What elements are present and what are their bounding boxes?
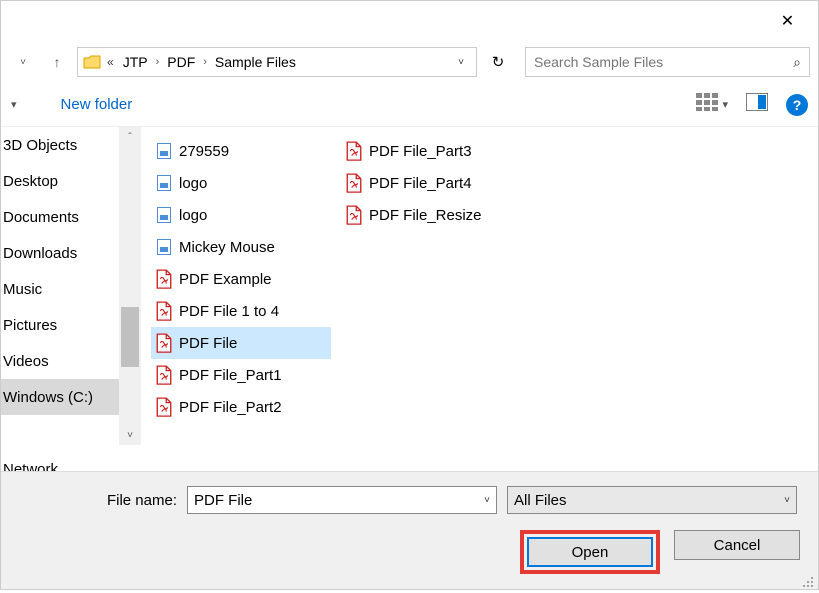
view-mode-button[interactable]: ▾: [696, 93, 728, 116]
file-name: logo: [179, 175, 207, 192]
breadcrumb-item[interactable]: PDF: [163, 54, 199, 70]
list-view-icon: [696, 93, 718, 116]
file-name: PDF File: [179, 335, 237, 352]
breadcrumb-dropdown[interactable]: ˅: [450, 57, 472, 68]
file-item[interactable]: Mickey Mouse: [151, 231, 331, 263]
file-name: PDF File_Part3: [369, 143, 472, 160]
close-icon: ✕: [781, 11, 794, 31]
close-button[interactable]: ✕: [765, 6, 810, 36]
file-name: PDF Example: [179, 271, 272, 288]
sidebar-item[interactable]: Desktop: [1, 163, 119, 199]
filter-label: All Files: [514, 492, 567, 509]
chevron-down-icon: ˅: [784, 495, 790, 506]
file-item[interactable]: PDF File_Resize: [341, 199, 521, 231]
file-item[interactable]: PDF File 1 to 4: [151, 295, 331, 327]
file-item[interactable]: PDF File_Part4: [341, 167, 521, 199]
titlebar: ✕: [1, 1, 818, 41]
pdf-file-icon: [155, 398, 173, 416]
file-item[interactable]: 279559: [151, 135, 331, 167]
pdf-file-icon: [345, 206, 363, 224]
sidebar-item[interactable]: [1, 415, 119, 451]
file-item[interactable]: PDF File_Part1: [151, 359, 331, 391]
main-area: 3D ObjectsDesktopDocumentsDownloadsMusic…: [1, 127, 818, 507]
file-name: PDF File 1 to 4: [179, 303, 279, 320]
file-name: Mickey Mouse: [179, 239, 275, 256]
file-type-filter[interactable]: All Files ˅: [507, 486, 797, 514]
refresh-icon: ↻: [492, 53, 505, 71]
image-file-icon: [155, 206, 173, 224]
history-dropdown[interactable]: ˅: [9, 48, 37, 76]
nav-up-button[interactable]: ↑: [43, 48, 71, 76]
bottom-panel: File name: PDF File ˅ All Files ˅ Open C…: [1, 471, 818, 589]
file-name: PDF File_Part1: [179, 367, 282, 384]
sidebar-item[interactable]: Windows (C:): [1, 379, 119, 415]
breadcrumb-item[interactable]: JTP: [119, 54, 152, 70]
search-input[interactable]: [534, 54, 793, 70]
folder-icon: [82, 53, 102, 71]
file-list[interactable]: 279559 logo logo Mickey Mouse PDF Example PDF…: [141, 127, 818, 507]
preview-pane-button[interactable]: [746, 93, 768, 116]
filename-value: PDF File: [194, 492, 484, 509]
arrow-up-icon: ↑: [54, 54, 61, 70]
chevron-down-icon: ▾: [722, 98, 728, 111]
scroll-up-icon[interactable]: ˆ: [119, 127, 141, 147]
scroll-down-icon[interactable]: ˅: [119, 425, 141, 445]
toolbar: ▾ New folder ▾ ?: [1, 83, 818, 127]
image-file-icon: [155, 174, 173, 192]
navigation-bar: ˅ ↑ « JTP › PDF › Sample Files ˅ ↻ ⌕: [1, 41, 818, 83]
breadcrumb-prefix: «: [104, 55, 117, 69]
cancel-button[interactable]: Cancel: [674, 530, 800, 560]
sidebar: 3D ObjectsDesktopDocumentsDownloadsMusic…: [1, 127, 141, 507]
image-file-icon: [155, 142, 173, 160]
image-file-icon: [155, 238, 173, 256]
sidebar-scrollbar[interactable]: ˆ ˅: [119, 127, 141, 445]
file-name: PDF File_Resize: [369, 207, 482, 224]
pdf-file-icon: [345, 142, 363, 160]
sidebar-item[interactable]: 3D Objects: [1, 127, 119, 163]
refresh-button[interactable]: ↻: [483, 47, 513, 77]
new-folder-button[interactable]: New folder: [31, 96, 133, 113]
pdf-file-icon: [155, 302, 173, 320]
help-icon: ?: [793, 97, 802, 113]
file-name: logo: [179, 207, 207, 224]
file-item[interactable]: logo: [151, 199, 331, 231]
sidebar-item[interactable]: Videos: [1, 343, 119, 379]
search-icon[interactable]: ⌕: [793, 54, 801, 71]
pdf-file-icon: [155, 334, 173, 352]
resize-grip[interactable]: [802, 575, 814, 587]
sidebar-item[interactable]: Documents: [1, 199, 119, 235]
help-button[interactable]: ?: [786, 94, 808, 116]
file-item[interactable]: PDF Example: [151, 263, 331, 295]
pdf-file-icon: [155, 270, 173, 288]
chevron-right-icon: ›: [201, 56, 209, 68]
sidebar-item[interactable]: Music: [1, 271, 119, 307]
breadcrumb-item[interactable]: Sample Files: [211, 54, 300, 70]
open-button[interactable]: Open: [527, 537, 653, 567]
file-item[interactable]: PDF File: [151, 327, 331, 359]
file-item[interactable]: PDF File_Part2: [151, 391, 331, 423]
sidebar-item[interactable]: Pictures: [1, 307, 119, 343]
search-box[interactable]: ⌕: [525, 47, 810, 77]
file-item[interactable]: logo: [151, 167, 331, 199]
file-name: 279559: [179, 143, 229, 160]
pdf-file-icon: [155, 366, 173, 384]
chevron-down-icon: ˅: [20, 57, 26, 68]
organize-dropdown[interactable]: ▾: [11, 98, 17, 111]
file-name: PDF File_Part2: [179, 399, 282, 416]
sidebar-item[interactable]: Downloads: [1, 235, 119, 271]
open-button-highlight: Open: [520, 530, 660, 574]
pdf-file-icon: [345, 174, 363, 192]
chevron-down-icon[interactable]: ˅: [484, 495, 490, 506]
breadcrumb[interactable]: « JTP › PDF › Sample Files ˅: [77, 47, 477, 77]
file-item[interactable]: PDF File_Part3: [341, 135, 521, 167]
chevron-right-icon: ›: [154, 56, 162, 68]
scroll-thumb[interactable]: [121, 307, 139, 367]
file-name: PDF File_Part4: [369, 175, 472, 192]
filename-label: File name:: [17, 492, 177, 509]
filename-input[interactable]: PDF File ˅: [187, 486, 497, 514]
